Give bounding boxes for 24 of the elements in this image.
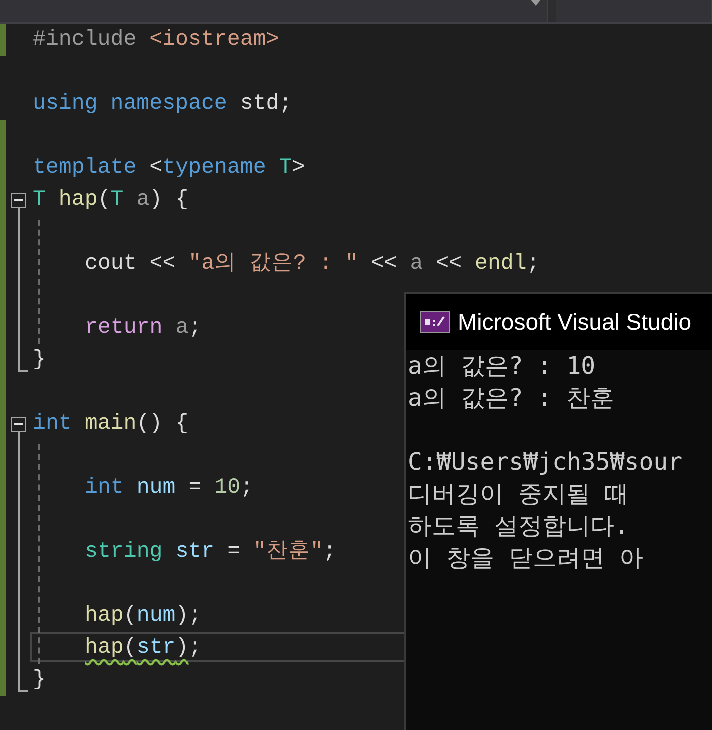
code-line: } (33, 347, 46, 374)
code-line: cout << "a의 값은? : " << a << endl; (85, 251, 540, 278)
console-output-line: 디버깅이 중지될 때 (408, 479, 630, 510)
console-output-line: 이 창을 닫으려면 아 (408, 543, 644, 574)
code-line: int num = 10; (85, 475, 254, 502)
code-line: hap(str); (85, 635, 202, 662)
console-output-line: a의 값은? : 찬훈 (408, 383, 616, 414)
code-line: #include <iostream> (33, 27, 280, 54)
code-line: using namespace std; (33, 91, 292, 118)
console-output-line: 하도록 설정합니다. (408, 511, 630, 542)
code-line: return a; (85, 315, 202, 342)
caret-icon (531, 0, 541, 6)
code-line: int main() { (33, 411, 189, 438)
window-title: Microsoft Visual Studio (458, 308, 692, 337)
code-line: template <typename T> (33, 155, 306, 182)
code-line: T hap(T a) { (33, 187, 189, 214)
code-line: hap(num); (85, 603, 202, 630)
code-line: } (33, 667, 46, 694)
collapse-icon[interactable] (11, 417, 26, 432)
collapse-icon[interactable] (11, 193, 26, 208)
code-line: string str = "찬훈"; (85, 539, 336, 566)
console-output-line: a의 값은? : 10 (408, 351, 597, 382)
console-output-line: C:₩Users₩jch35₩sour (408, 447, 684, 478)
console-icon (420, 311, 450, 333)
